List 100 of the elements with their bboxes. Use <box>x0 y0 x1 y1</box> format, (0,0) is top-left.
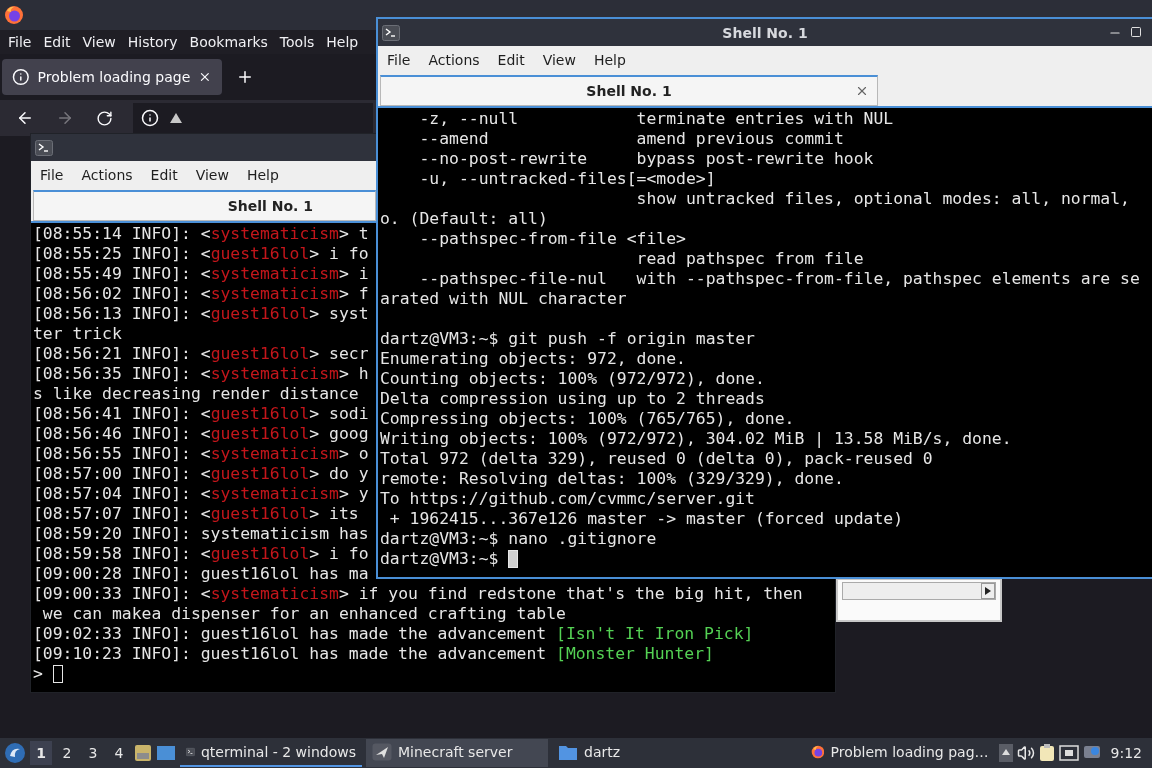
terminal-line: ter trick <box>33 324 122 344</box>
terminal-line: --pathspec-from-file <file> <box>418 229 686 249</box>
close-icon[interactable] <box>855 84 869 98</box>
workspace-button[interactable]: 3 <box>82 741 104 765</box>
terminal-icon <box>35 139 53 156</box>
menu-item[interactable]: Bookmarks <box>184 32 273 52</box>
terminal-icon <box>382 24 400 41</box>
menu-item[interactable]: View <box>190 165 234 185</box>
terminal-line: Total 972 (delta 329), reused 0 (delta 0), pack-reused 0 <box>380 449 933 469</box>
terminal-line: Enumerating objects: 972, done. <box>380 349 686 369</box>
menu-item[interactable]: View <box>537 50 581 70</box>
terminal-line: dartz@VM3:~$ nano .gitignore <box>380 529 657 549</box>
terminal-line: remote: Resolving deltas: 100% (329/329), done. <box>380 469 844 489</box>
terminal-line: o. (Default: all) <box>380 209 548 229</box>
terminal-line: [09:10:23 INFO]: guest16lol has made the advancement [Monster Hunter] <box>33 644 714 664</box>
terminal-line: --no-post-rewrite bypass post-rewrite hook <box>418 149 874 169</box>
terminal-line: [08:55:14 INFO]: <systematicism> t <box>33 224 369 244</box>
menu-item[interactable]: Help <box>588 50 631 70</box>
terminal-line: [09:00:28 INFO]: guest16lol has ma <box>33 564 369 584</box>
terminal-line: + 1962415...367e126 master -> master (forced update) <box>388 509 903 529</box>
info-icon <box>141 109 159 127</box>
terminal-line: Writing objects: 100% (972/972), 304.02 MiB | 13.58 MiB/s, done. <box>380 429 1012 449</box>
terminal-line: [08:56:21 INFO]: <guest16lol> secr <box>33 344 369 364</box>
terminal-line: [08:59:58 INFO]: <guest16lol> i fo <box>33 544 369 564</box>
scroll-right-button[interactable] <box>981 583 995 599</box>
menu-item[interactable]: Help <box>241 165 284 185</box>
close-icon[interactable] <box>198 70 212 84</box>
scrollbar[interactable] <box>836 578 1002 622</box>
terminal-line: [08:55:25 INFO]: <guest16lol> i fo <box>33 244 369 264</box>
terminal-line: read pathspec from file <box>635 249 864 269</box>
terminal-line: dartz@VM3:~$ git push -f origin master <box>380 329 755 349</box>
taskbar-task[interactable]: qterminal - 2 windows <box>180 739 362 767</box>
menu-item[interactable]: View <box>77 32 121 52</box>
window-title: Shell No. 1 <box>722 24 808 41</box>
terminal-line: [08:56:41 INFO]: <guest16lol> sodi <box>33 404 369 424</box>
paper-plane-icon <box>372 743 392 761</box>
terminal-line: -z, --null terminate entries with NUL <box>418 109 894 129</box>
terminal-line: we can makea dispenser for an enhanced crafting table <box>41 604 566 624</box>
file-cabinet-icon[interactable] <box>134 744 152 762</box>
terminal-line: [09:00:33 INFO]: <systematicism> if you find redstone that's the big hit, then <box>33 584 803 604</box>
eject-icon[interactable] <box>998 744 1013 762</box>
menu-item[interactable]: File <box>35 165 69 185</box>
terminal-line: [08:55:49 INFO]: <systematicism> i <box>33 264 369 284</box>
terminal-line: [08:56:13 INFO]: <guest16lol> syst <box>33 304 369 324</box>
menu-item[interactable]: Help <box>321 32 364 52</box>
desktop-icon[interactable] <box>156 744 176 762</box>
right-arrow-icon <box>985 587 991 595</box>
terminal-line: show untracked files, optional modes: all, normal, <box>635 189 1130 209</box>
taskbar-task[interactable]: Problem loading pag… <box>804 739 995 767</box>
volume-icon[interactable] <box>1016 744 1035 762</box>
reload-icon <box>96 109 113 127</box>
terminal-line: [08:56:46 INFO]: <guest16lol> goog <box>33 424 369 444</box>
menu-item[interactable]: Edit <box>145 165 183 185</box>
clock[interactable]: 9:12 <box>1104 745 1148 761</box>
menu-item[interactable]: Edit <box>38 32 76 52</box>
address-bar[interactable] <box>133 103 373 133</box>
terminal-line: --amend amend previous commit <box>418 129 844 149</box>
terminal-line: [08:56:02 INFO]: <systematicism> f <box>33 284 369 304</box>
menu-item[interactable]: Actions <box>76 165 138 185</box>
terminal-line: > <box>33 664 43 684</box>
taskbar-task[interactable]: Minecraft server <box>366 739 548 767</box>
terminal-tab[interactable]: Shell No. 1 <box>33 190 376 221</box>
taskbar-task[interactable]: dartz <box>552 739 672 767</box>
menu-item[interactable]: File <box>382 50 416 70</box>
terminal-line: [08:57:04 INFO]: <systematicism> y <box>33 484 369 504</box>
terminal-line: To https://github.com/cvmmc/server.git <box>380 489 755 509</box>
terminal-tab[interactable]: Shell No. 1 <box>380 75 878 106</box>
menu-item[interactable]: History <box>122 32 183 52</box>
workspace-button[interactable]: 2 <box>56 741 78 765</box>
folder-icon <box>558 743 578 761</box>
new-tab-icon[interactable] <box>236 68 254 86</box>
terminal-line: -u, --untracked-files[=<mode>] <box>418 169 716 189</box>
workspace-button[interactable]: 4 <box>108 741 130 765</box>
terminal-line: [08:56:35 INFO]: <systematicism> h <box>33 364 369 384</box>
info-icon <box>12 68 30 86</box>
terminal-line: arated with NUL character <box>380 289 627 309</box>
menu-item[interactable]: Actions <box>423 50 485 70</box>
warning-icon <box>169 112 183 124</box>
browser-tab[interactable]: Problem loading page <box>2 59 222 95</box>
terminal-line: Counting objects: 100% (972/972), done. <box>380 369 765 389</box>
menu-item[interactable]: Edit <box>492 50 530 70</box>
right-arrow-icon <box>56 109 74 127</box>
terminal-line: [08:56:55 INFO]: <systematicism> o <box>33 444 369 464</box>
firefox-icon <box>4 5 24 25</box>
menu-item[interactable]: File <box>3 32 37 52</box>
terminal-line: Delta compression using up to 2 threads <box>380 389 765 409</box>
menu-item[interactable]: Tools <box>274 32 320 52</box>
terminal-line: [08:57:07 INFO]: <guest16lol> its <box>33 504 359 524</box>
terminal-line: [08:59:20 INFO]: systematicism has <box>33 524 369 544</box>
terminal-line: dartz@VM3:~$ <box>380 549 499 569</box>
maximize-icon[interactable] <box>1130 25 1142 38</box>
terminal-line: s like decreasing render distance <box>33 384 359 404</box>
terminal-line: Compressing objects: 100% (765/765), done. <box>380 409 795 429</box>
terminal-line: [08:57:00 INFO]: <guest16lol> do y <box>33 464 369 484</box>
workspace-button[interactable]: 1 <box>30 741 52 765</box>
start-menu-icon[interactable] <box>4 742 26 764</box>
terminal-line: [09:02:33 INFO]: guest16lol has made the advancement [Isn't It Iron Pick] <box>33 624 754 644</box>
clipboard-icon[interactable] <box>1038 744 1055 762</box>
terminal-line: --pathspec-file-nul with --pathspec-from-file, pathspec elements are se <box>418 269 1140 289</box>
tab-title: Problem loading page <box>37 69 191 85</box>
